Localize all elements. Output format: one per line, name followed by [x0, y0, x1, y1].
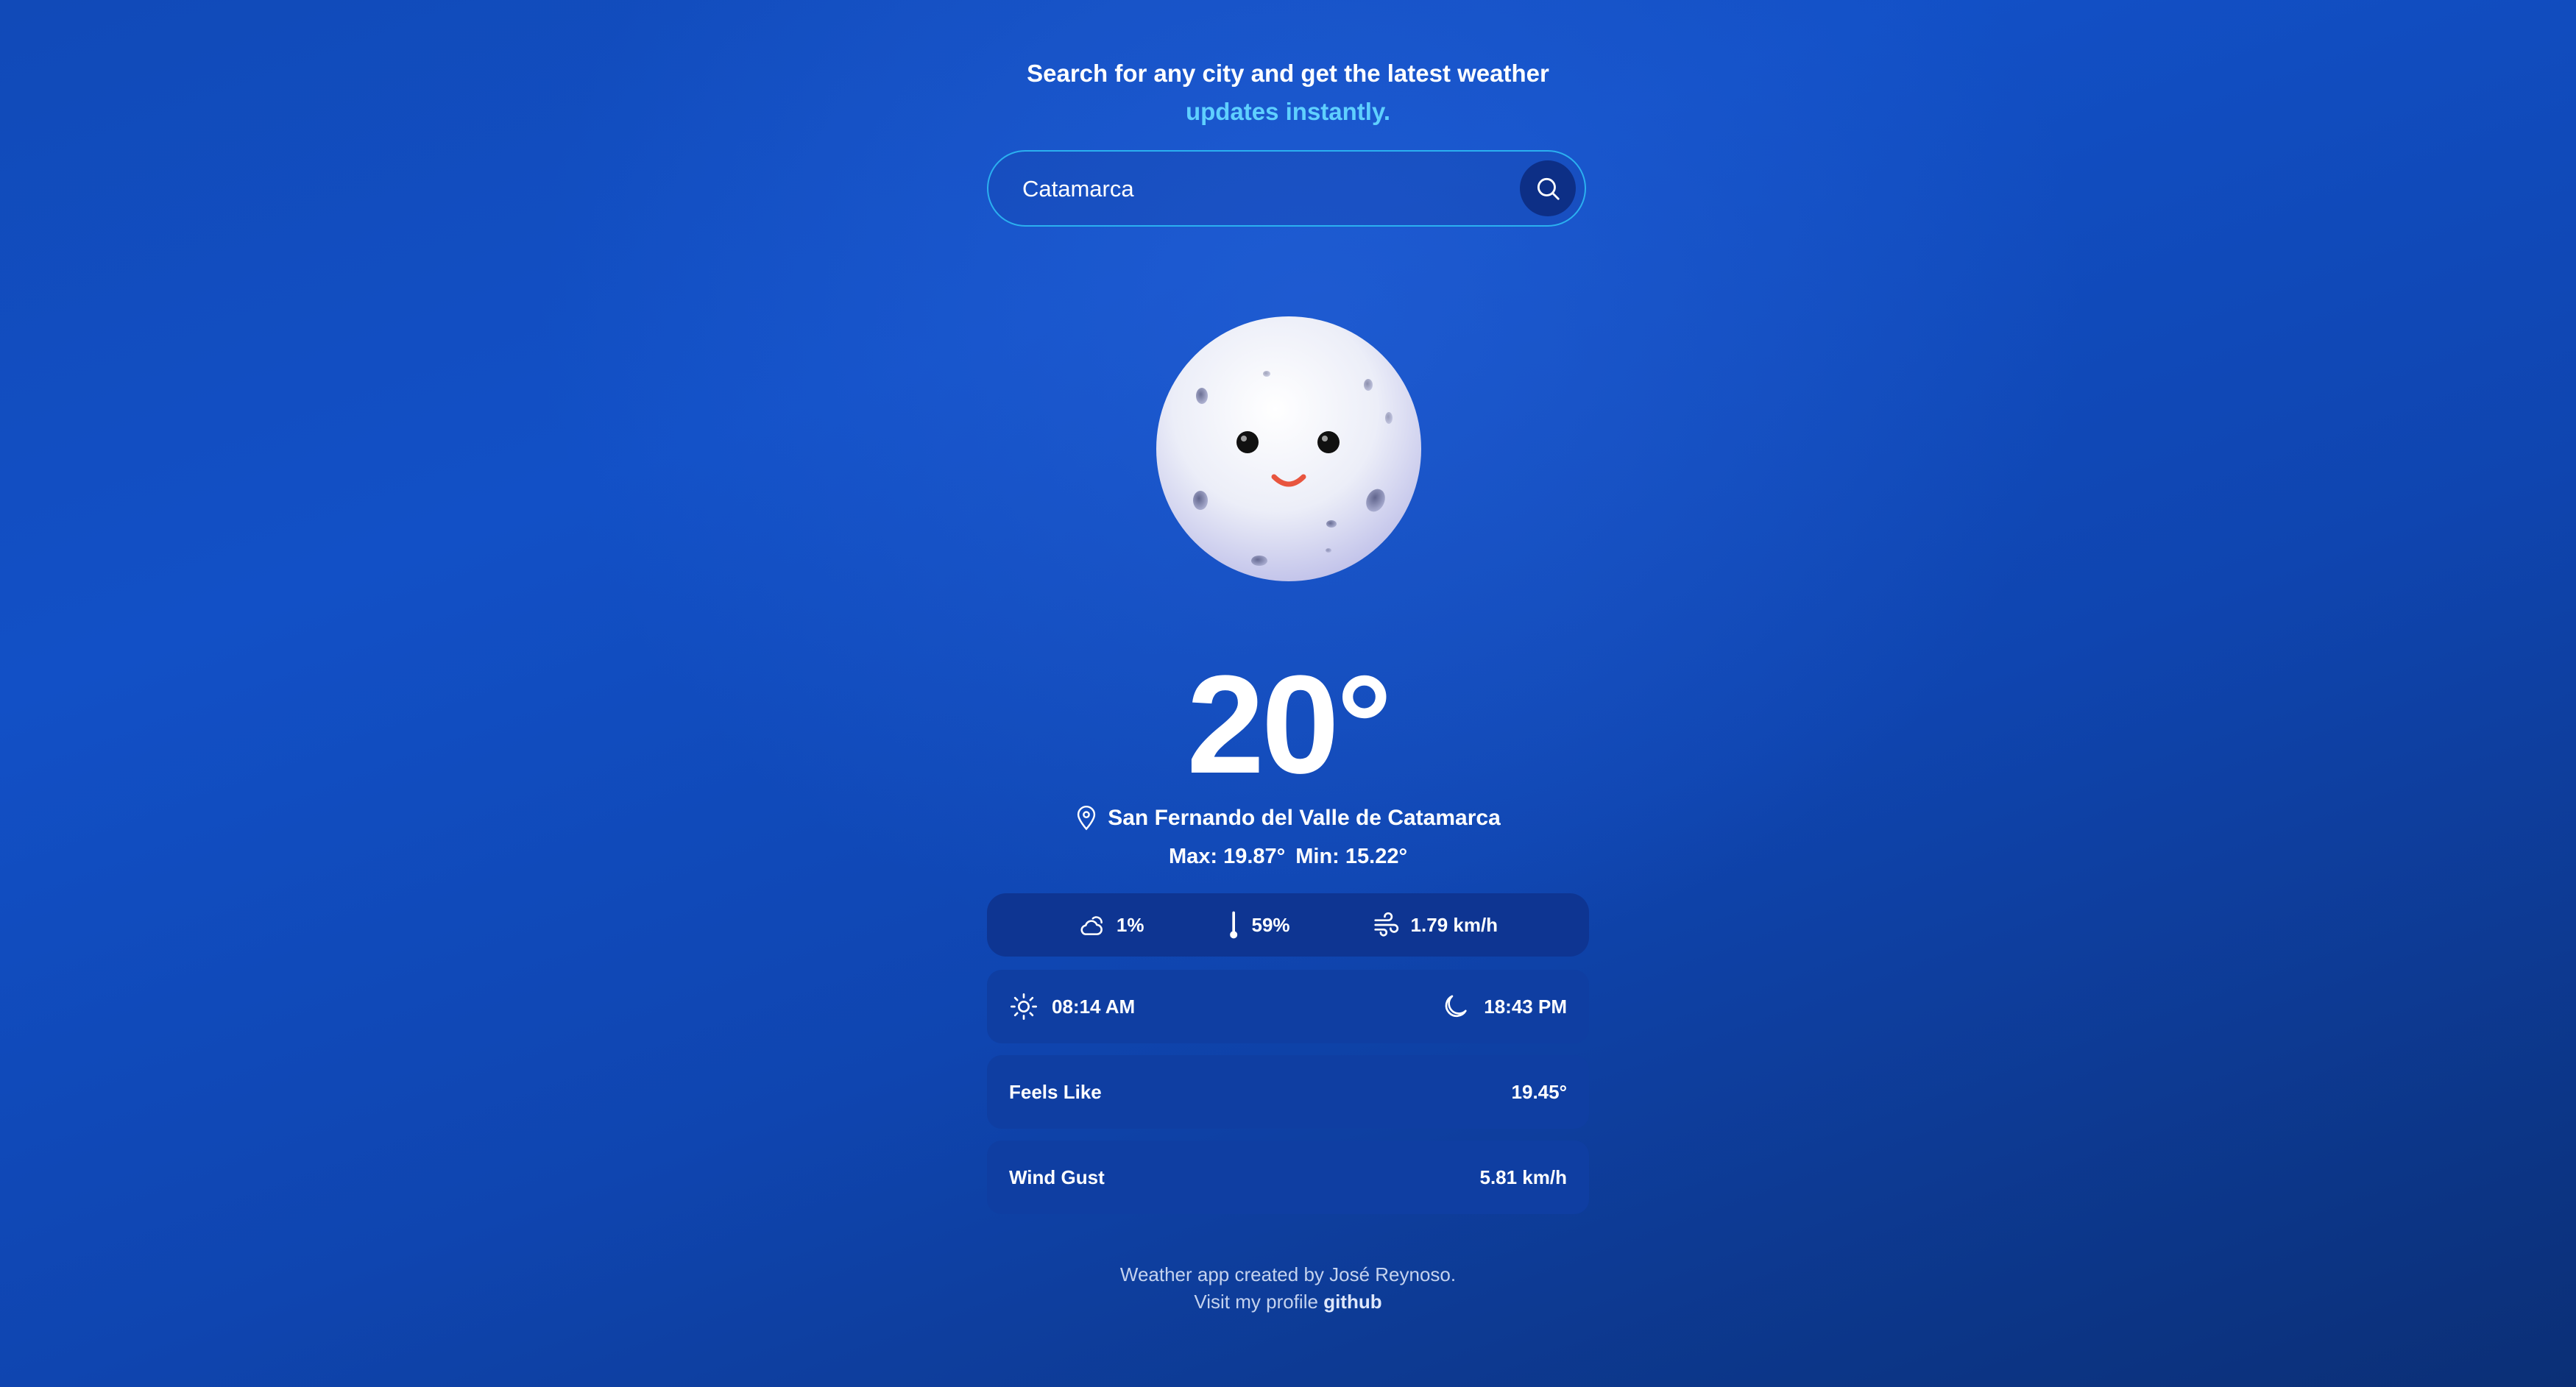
location-name: San Fernando del Valle de Catamarca [1108, 806, 1501, 830]
weather-app: Search for any city and get the latest w… [987, 0, 1589, 1387]
wind-gust-row: Wind Gust 5.81 km/h [987, 1141, 1589, 1214]
sunset-time: 18:43 PM [1484, 995, 1567, 1018]
moon-icon [1445, 995, 1467, 1018]
thermometer-icon [1229, 911, 1237, 939]
min-temp: Min: 15.22° [1295, 845, 1408, 868]
stats-bar: 1% 59% 1.79 km/h [987, 893, 1589, 957]
wind-icon [1373, 912, 1398, 937]
sunrise-sunset-row: 08:14 AM 18:43 PM [987, 970, 1589, 1043]
feels-like-label: Feels Like [1009, 1080, 1102, 1103]
humidity-stat: 59% [1225, 910, 1290, 940]
headline: Search for any city and get the latest w… [987, 54, 1589, 131]
clouds-value: 1% [1116, 913, 1144, 936]
cloud-sun-icon [1080, 916, 1103, 935]
footer: Weather app created by José Reynoso. Vis… [987, 1261, 1589, 1316]
footer-visit: Visit my profile github [987, 1288, 1589, 1316]
footer-visit-text: Visit my profile [1194, 1291, 1318, 1313]
feels-like-value: 19.45° [1511, 1080, 1567, 1103]
wind-gust-value: 5.81 km/h [1479, 1166, 1567, 1188]
wind-value: 1.79 km/h [1410, 913, 1498, 936]
feels-like-row: Feels Like 19.45° [987, 1055, 1589, 1129]
headline-line-1: Search for any city and get the latest w… [1027, 60, 1549, 87]
humidity-value: 59% [1251, 913, 1290, 936]
temperature: 20° [1186, 647, 1392, 803]
footer-credit: Weather app created by José Reynoso. [1119, 1263, 1457, 1285]
headline-line-2: updates instantly. [1185, 98, 1391, 125]
map-pin-icon [1078, 806, 1096, 831]
search-icon [1537, 177, 1560, 200]
search-input[interactable] [1021, 169, 1465, 209]
search-bar [987, 150, 1586, 227]
clouds-stat: 1% [1078, 911, 1144, 939]
github-link[interactable]: github [1323, 1291, 1381, 1313]
wind-stat: 1.79 km/h [1371, 911, 1498, 939]
moon-face-icon [1156, 316, 1421, 581]
search-button[interactable] [1520, 160, 1576, 216]
sunset: 18:43 PM [1441, 992, 1567, 1021]
sunrise-time: 08:14 AM [1052, 995, 1136, 1018]
wind-gust-label: Wind Gust [1009, 1166, 1105, 1188]
sunrise: 08:14 AM [1009, 992, 1135, 1021]
max-temp: Max: 19.87° [1168, 845, 1286, 868]
min-max: Max: 19.87° Min: 15.22° [987, 840, 1589, 873]
sun-icon [1011, 993, 1037, 1020]
location: San Fernando del Valle de Catamarca [987, 802, 1589, 834]
